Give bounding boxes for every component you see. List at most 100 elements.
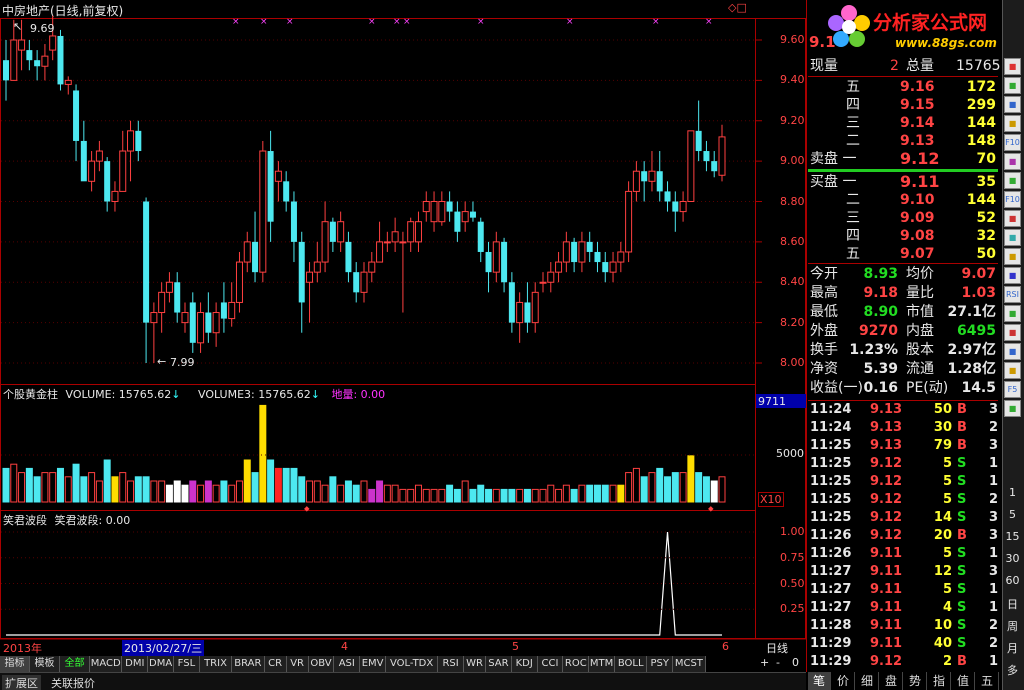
toolbar-icon[interactable]: ■ <box>1004 229 1021 246</box>
indicator-tab[interactable]: CCI <box>537 656 564 672</box>
toolbar-icon[interactable]: ■ <box>1004 172 1021 189</box>
quote-tab[interactable]: 指 <box>928 672 951 690</box>
quote-tab[interactable]: 值 <box>952 672 975 690</box>
quote-tab[interactable]: 笔 <box>808 672 831 690</box>
toolbar-icon[interactable]: F5 <box>1004 381 1021 398</box>
orderbook-row[interactable]: 四 9.08 32 <box>808 227 998 245</box>
toolbar-icon[interactable]: ■ <box>1004 248 1021 265</box>
indicator-tab[interactable]: RSI <box>438 656 464 672</box>
tick-row[interactable]: 11:24 9.13 30 B 2 <box>808 419 1000 437</box>
orderbook-row[interactable]: 二 9.13 148 <box>808 132 998 150</box>
indicator-tab[interactable]: 全部 <box>60 656 90 672</box>
orderbook-row[interactable]: 三 9.14 144 <box>808 114 998 132</box>
tick-row[interactable]: 11:25 9.12 14 S 3 <box>808 509 1000 527</box>
tick-time: 11:26 <box>810 528 852 543</box>
indicator-tab[interactable]: ROC <box>563 656 590 672</box>
toolbar-icon[interactable]: ■ <box>1004 400 1021 417</box>
orderbook-row[interactable]: 五 9.16 172 <box>808 78 998 96</box>
tick-row[interactable]: 11:25 9.12 5 S 1 <box>808 473 1000 491</box>
toolbar-icon[interactable]: ■ <box>1004 267 1021 284</box>
indicator-tab[interactable]: MCST <box>673 656 706 672</box>
tab-related-quotes[interactable]: 关联报价 <box>48 675 98 690</box>
period-button[interactable]: 30 <box>1004 552 1021 565</box>
indicator-tab[interactable]: TRIX <box>199 656 233 672</box>
indicator-tab[interactable]: OBV <box>308 656 335 672</box>
orderbook-row[interactable]: 二 9.10 144 <box>808 191 998 209</box>
indicator-tab[interactable]: PSY <box>647 656 674 672</box>
orderbook-row[interactable]: 四 9.15 299 <box>808 96 998 114</box>
indicator-tab[interactable]: MTM <box>589 656 615 672</box>
volume-header: 个股黄金柱 VOLUME: 15765.62↓ VOLUME3: 15765.6… <box>3 388 386 401</box>
candle <box>679 191 687 222</box>
toolbar-icon[interactable]: ■ <box>1004 210 1021 227</box>
candle <box>695 100 702 162</box>
period-button[interactable]: 1 <box>1004 486 1021 499</box>
toolbar-icon[interactable]: ■ <box>1004 343 1021 360</box>
toolbar-icon[interactable]: ■ <box>1004 153 1021 170</box>
indicator-tab[interactable]: ASI <box>334 656 361 672</box>
tick-row[interactable]: 11:25 9.12 5 S 2 <box>808 491 1000 509</box>
indicator-tab[interactable]: DMI <box>122 656 149 672</box>
tick-row[interactable]: 11:28 9.11 10 S 2 <box>808 617 1000 635</box>
period-button[interactable]: 日 <box>1004 596 1021 612</box>
indicator-tab[interactable]: FSL <box>174 656 200 672</box>
date-cursor: 2013/02/27/三 <box>122 640 205 656</box>
tick-row[interactable]: 11:25 9.13 79 B 3 <box>808 437 1000 455</box>
indicator-tab[interactable]: MACD <box>90 656 123 672</box>
tick-row[interactable]: 11:25 9.12 5 S 1 <box>808 455 1000 473</box>
tick-row[interactable]: 11:26 9.11 5 S 1 <box>808 545 1000 563</box>
toolbar-icon[interactable]: F10 <box>1004 134 1021 151</box>
indicator-tab[interactable]: 模板 <box>30 656 60 672</box>
tick-row[interactable]: 11:24 9.13 50 B 3 <box>808 401 1000 419</box>
tick-time: 11:25 <box>810 510 852 525</box>
orderbook-row[interactable]: 卖盘 一 9.12 70 <box>808 150 998 168</box>
indicator-tab[interactable]: 指标 <box>0 656 30 672</box>
period-button[interactable]: 5 <box>1004 508 1021 521</box>
zoom-in-button[interactable]: + <box>760 656 769 669</box>
period-button[interactable]: 月 <box>1004 640 1021 656</box>
quote-tab[interactable]: 盘 <box>880 672 903 690</box>
zoom-reset-button[interactable]: 0 <box>792 656 799 669</box>
period-button[interactable]: 多 <box>1004 662 1021 678</box>
toolbar-icon[interactable]: RSI <box>1004 286 1021 303</box>
toolbar-icon[interactable]: ■ <box>1004 96 1021 113</box>
indicator-tab[interactable]: BRAR <box>232 656 265 672</box>
main-chart-area[interactable]: ⬥ ⬥ × × × × × × × × × × <box>0 0 806 672</box>
orderbook-row[interactable]: 三 9.09 52 <box>808 209 998 227</box>
indicator-tab[interactable]: DMA <box>148 656 174 672</box>
quote-tab[interactable]: 价 <box>832 672 855 690</box>
tick-row[interactable]: 11:27 9.11 12 S 3 <box>808 563 1000 581</box>
toolbar-icon[interactable]: ■ <box>1004 305 1021 322</box>
indicator-tab[interactable]: CR <box>264 656 287 672</box>
zoom-out-button[interactable]: - <box>776 656 780 669</box>
indicator-tab[interactable]: VR <box>286 656 309 672</box>
period-button[interactable]: 周 <box>1004 618 1021 634</box>
volume-bar <box>344 480 352 503</box>
indicator-tab[interactable]: KDJ <box>511 656 538 672</box>
indicator-tab[interactable]: VOL-TDX <box>386 656 439 672</box>
toolbar-icon[interactable]: ■ <box>1004 77 1021 94</box>
toolbar-icon[interactable]: ■ <box>1004 362 1021 379</box>
indicator-tab[interactable]: EMV <box>360 656 386 672</box>
indicator-tab[interactable]: BOLL <box>615 656 648 672</box>
tick-row[interactable]: 11:29 9.11 40 S 2 <box>808 635 1000 653</box>
period-button[interactable]: 15 <box>1004 530 1021 543</box>
tick-row[interactable]: 11:27 9.11 5 S 1 <box>808 581 1000 599</box>
quote-tab[interactable]: 细 <box>856 672 879 690</box>
indicator-tab[interactable]: WR <box>464 656 486 672</box>
tab-extension-area[interactable]: 扩展区 <box>2 675 41 690</box>
toolbar-icon[interactable]: F10 <box>1004 191 1021 208</box>
tick-row[interactable]: 11:26 9.12 20 B 3 <box>808 527 1000 545</box>
orderbook-row[interactable]: 五 9.07 50 <box>808 245 998 263</box>
toolbar-icon[interactable]: ■ <box>1004 115 1021 132</box>
quote-tab[interactable]: 五 <box>976 672 999 690</box>
toolbar-icon[interactable]: ■ <box>1004 324 1021 341</box>
period-button[interactable]: 60 <box>1004 574 1021 587</box>
indicator-tab[interactable]: SAR <box>486 656 512 672</box>
toolbar-icon[interactable]: ■ <box>1004 58 1021 75</box>
quote-tab[interactable]: 势 <box>904 672 927 690</box>
tick-row[interactable]: 11:29 9.12 2 B 1 <box>808 653 1000 671</box>
tick-row[interactable]: 11:27 9.11 4 S 1 <box>808 599 1000 617</box>
stat-label: 换手 <box>810 342 838 358</box>
orderbook-row[interactable]: 买盘 一 9.11 35 <box>808 173 998 191</box>
